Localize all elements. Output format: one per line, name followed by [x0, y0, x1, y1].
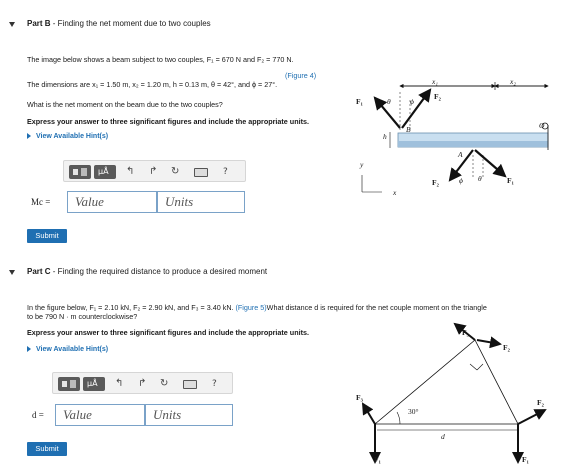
part-b-title[interactable]: Part B - Finding the net moment due to t…	[27, 19, 211, 28]
part-c-prefix: Part C	[27, 267, 51, 276]
reset-icon[interactable]: ↻	[160, 379, 168, 389]
fig5-F2-top-label: F₂	[503, 343, 510, 352]
part-c-submit-button[interactable]: Submit	[27, 442, 67, 456]
d-value-input[interactable]: Value	[55, 404, 145, 426]
fig5-F2-right-label: F₂	[537, 398, 544, 407]
templates-button[interactable]	[69, 165, 91, 179]
part-c-forces-text: In the figure below, F₁ = 2.10 kN, F₂ = …	[27, 303, 234, 312]
fig5-d-label: d	[441, 432, 445, 441]
mc-value-input[interactable]: Value	[67, 191, 157, 213]
redo-icon[interactable]: ↱	[138, 379, 146, 389]
expand-arrow-icon	[27, 133, 31, 140]
keyboard-icon[interactable]	[183, 380, 197, 389]
mc-label: Mc =	[31, 197, 51, 207]
fig4-A-label: A	[458, 150, 463, 159]
figure-4-link[interactable]: (Figure 4)	[285, 71, 316, 80]
part-c-line1: In the figure below, F₁ = 2.10 kN, F₂ = …	[27, 303, 487, 312]
part-b-prefix: Part B	[27, 19, 51, 28]
collapse-caret-part-c[interactable]	[9, 270, 15, 275]
d-label: d =	[32, 410, 44, 420]
part-b-instruction: Express your answer to three significant…	[27, 117, 309, 126]
greek-symbols-button[interactable]: μÅ	[83, 377, 105, 391]
fig4-h-label: h	[383, 132, 387, 141]
reset-icon[interactable]: ↻	[171, 167, 179, 177]
templates-button[interactable]	[58, 377, 80, 391]
part-b-hints-label: View Available Hint(s)	[36, 133, 109, 140]
mc-units-input[interactable]: Units	[157, 191, 245, 213]
part-c-title-text: - Finding the required distance to produ…	[50, 267, 268, 276]
fig4-theta-bottom-label: θ	[478, 174, 482, 183]
d-units-input[interactable]: Units	[145, 404, 233, 426]
triangle-forces-figure	[361, 322, 547, 464]
help-icon[interactable]: ?	[223, 167, 228, 177]
fig4-B-label: B	[406, 125, 411, 134]
undo-icon[interactable]: ↰	[126, 167, 134, 177]
part-b-answer-toolbar: μÅ ↰ ↱ ↻ ?	[63, 160, 246, 182]
part-b-intro: The image below shows a beam subject to …	[27, 55, 294, 64]
fig4-O-label: O	[539, 121, 545, 130]
part-b-question: What is the net moment on the beam due t…	[27, 100, 223, 109]
fig4-F1-top-label: F₁	[356, 97, 363, 106]
part-c-line1-tail: What distance d is required for the net …	[266, 303, 487, 312]
fig5-F1-left-label: F₁	[374, 455, 381, 464]
keyboard-icon[interactable]	[194, 168, 208, 177]
part-c-answer-toolbar: μÅ ↰ ↱ ↻ ?	[52, 372, 233, 394]
fig4-y-axis-label: y	[360, 160, 364, 169]
greek-symbols-button[interactable]: μÅ	[94, 165, 116, 179]
part-b-title-text: - Finding the net moment due to two coup…	[50, 19, 211, 28]
part-b-submit-button[interactable]: Submit	[27, 229, 67, 243]
fig4-theta-top-label: θ	[387, 97, 391, 106]
undo-icon[interactable]: ↰	[115, 379, 123, 389]
part-c-title[interactable]: Part C - Finding the required distance t…	[27, 267, 267, 276]
fig5-F3-left-label: F₃	[356, 393, 363, 402]
part-c-instruction: Express your answer to three significant…	[27, 328, 309, 337]
fig4-F2-top-label: F₂	[434, 92, 441, 101]
figure-5-link[interactable]: (Figure 5)	[236, 303, 267, 312]
fig4-x2-label: x₂	[510, 77, 516, 86]
part-c-hints-label: View Available Hint(s)	[36, 346, 109, 353]
part-b-hints-toggle[interactable]: View Available Hint(s)	[27, 133, 108, 140]
fig4-phi-bottom-label: ϕ	[459, 176, 463, 185]
fig4-x-axis-label: x	[393, 188, 397, 197]
collapse-caret-part-b[interactable]	[9, 22, 15, 27]
part-b-dimensions: The dimensions are x₁ = 1.50 m, x₂ = 1.2…	[27, 80, 278, 89]
redo-icon[interactable]: ↱	[149, 167, 157, 177]
part-c-hints-toggle[interactable]: View Available Hint(s)	[27, 346, 108, 353]
beam-couples-figure	[361, 82, 549, 193]
help-icon[interactable]: ?	[212, 379, 217, 389]
part-c-line2: to be 790 N · m counterclockwise?	[27, 312, 138, 321]
fig5-angle-label: 30°	[408, 407, 419, 416]
fig4-F2-bottom-label: F₂	[432, 178, 439, 187]
expand-arrow-icon	[27, 346, 31, 353]
fig5-F3-top-label: F₃	[462, 328, 469, 337]
fig4-x1-label: x₁	[432, 77, 438, 86]
fig4-F1-bottom-label: F₁	[507, 176, 514, 185]
fig5-F1-right-label: F₁	[522, 455, 529, 464]
fig4-phi-top-label: ϕ	[410, 97, 414, 106]
